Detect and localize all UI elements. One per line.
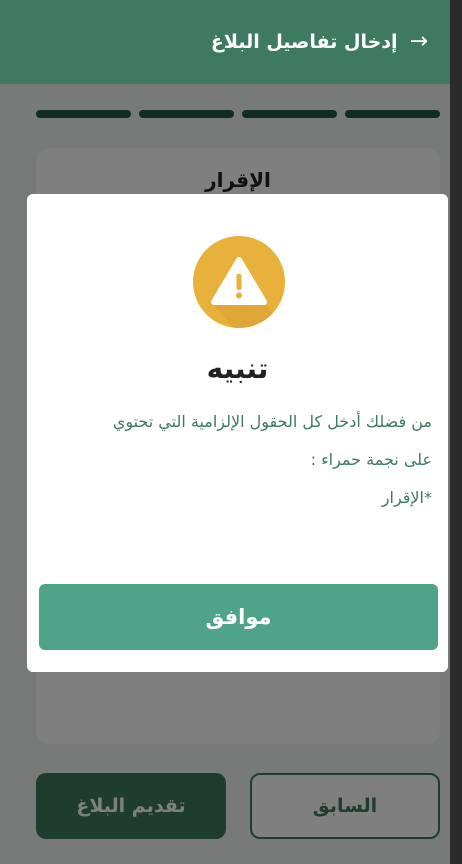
- header-title: إدخال تفاصيل البلاغ: [210, 31, 398, 53]
- dialog-message-line: على نجمة حمراء :: [310, 450, 432, 469]
- alert-dialog: تنبيه من فضلك أدخل كل الحقول الإلزامية ا…: [27, 194, 448, 672]
- arrow-right-icon[interactable]: →: [410, 31, 428, 53]
- ok-button[interactable]: موافق: [39, 584, 438, 650]
- warning-icon: [193, 236, 285, 328]
- dialog-title: تنبيه: [206, 352, 269, 385]
- app-header: → إدخال تفاصيل البلاغ: [0, 0, 450, 84]
- dialog-message-line: من فضلك أدخل كل الحقول الإلزامية التي تح…: [112, 412, 432, 431]
- missing-field-label: *الإقرار: [381, 488, 432, 507]
